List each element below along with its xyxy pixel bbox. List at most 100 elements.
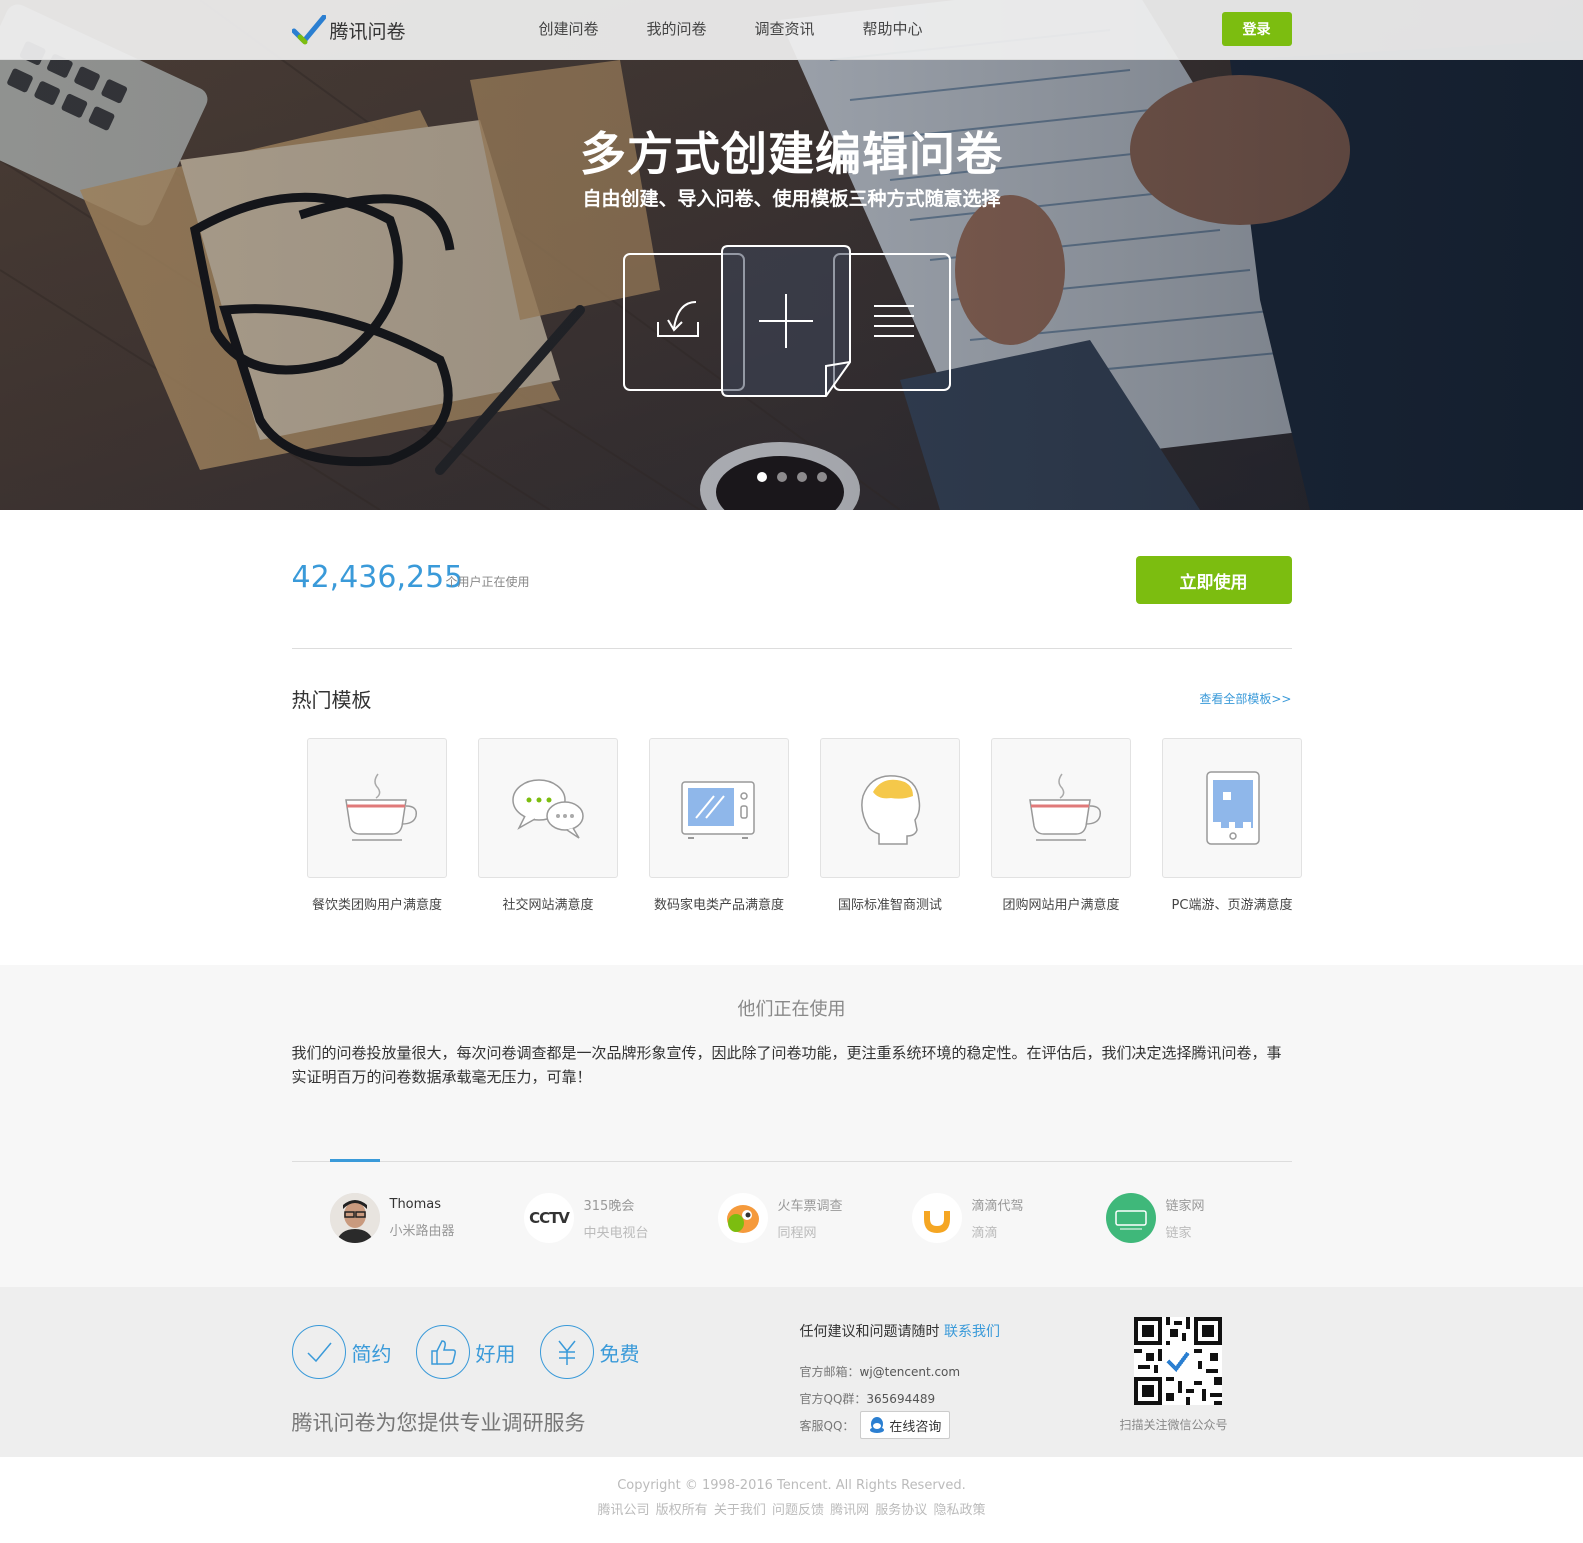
- footer-link-terms[interactable]: 服务协议: [875, 1503, 927, 1518]
- feature-item: 免费: [539, 1325, 640, 1379]
- template-card[interactable]: 国际标准智商测试: [805, 738, 976, 913]
- email-label: 官方邮箱：: [799, 1365, 860, 1379]
- tablet-game-icon: [1206, 771, 1260, 845]
- ly-logo-icon: [717, 1193, 768, 1243]
- feature-item: 简约: [291, 1325, 392, 1379]
- microwave-icon: [681, 781, 755, 839]
- footer-links: 腾讯公司 版权所有 关于我们 问题反馈 腾讯网 服务协议 隐私政策: [0, 1499, 1583, 1518]
- template-card[interactable]: 数码家电类产品满意度: [634, 738, 805, 913]
- testimonial-quote: 我们的问卷投放量很大，每次问卷调查都是一次品牌形象宣传，因此除了问卷功能，更注重…: [291, 1044, 1282, 1086]
- check-icon: [306, 1342, 332, 1363]
- customer-item[interactable]: 滴滴代驾 滴滴: [911, 1193, 1106, 1243]
- customer-org: 滴滴: [971, 1226, 998, 1241]
- create-methods-illustration: [623, 245, 951, 397]
- template-label: 团购网站用户满意度: [1002, 898, 1120, 913]
- online-consult-button[interactable]: 在线咨询: [860, 1411, 951, 1439]
- feature-label: 好用: [475, 1341, 516, 1366]
- avatar: [329, 1193, 380, 1243]
- online-consult-label: 在线咨询: [889, 1419, 942, 1435]
- main-nav: 创建问卷 我的问卷 调查资讯 帮助中心: [539, 18, 971, 39]
- feature-item: 好用: [415, 1325, 516, 1379]
- testimonials-section: 他们正在使用 我们的问卷投放量很大，每次问卷调查都是一次品牌形象宣传，因此除了问…: [0, 965, 1583, 1287]
- logo-text: 腾讯问卷: [329, 20, 406, 43]
- qq-group-row: 官方QQ群： 365694489: [800, 1390, 1000, 1407]
- footer-link-privacy[interactable]: 隐私政策: [933, 1503, 985, 1518]
- customer-name: 315晚会: [583, 1199, 635, 1214]
- user-count-label: 个用户正在使用: [445, 575, 530, 589]
- hero-title: 多方式创建编辑问卷: [580, 127, 1003, 181]
- qq-penguin-icon: [870, 1417, 885, 1433]
- didi-logo-icon: [911, 1193, 962, 1243]
- footer-link-about[interactable]: 关于我们: [714, 1503, 766, 1518]
- service-label: 客服QQ：: [799, 1418, 855, 1433]
- qq-group-label: 官方QQ群：: [799, 1392, 867, 1406]
- user-count: 42,436,255: [291, 560, 464, 595]
- section-title: 他们正在使用: [737, 999, 846, 1020]
- customer-org: 同程网: [777, 1226, 817, 1241]
- feature-label: 免费: [599, 1341, 640, 1366]
- thumbs-up-icon: [430, 1340, 456, 1365]
- footer-slogan: 腾讯问卷为您提供专业调研服务: [291, 1411, 586, 1435]
- customer-item[interactable]: Thomas 小米路由器: [329, 1193, 524, 1243]
- email-row: 官方邮箱： wj@tencent.com: [800, 1363, 1000, 1380]
- coffee-cup-icon: [345, 773, 418, 841]
- nav-my-surveys[interactable]: 我的问卷: [647, 18, 707, 39]
- nav-help-center[interactable]: 帮助中心: [863, 18, 923, 39]
- qq-group-value: 365694489: [866, 1391, 936, 1406]
- hero-subtitle: 自由创建、导入问卷、使用模板三种方式随意选择: [582, 188, 1001, 210]
- customer-item[interactable]: CCTV 315晚会 中央电视台: [523, 1193, 718, 1243]
- customer-name: 火车票调查: [777, 1199, 843, 1214]
- login-button[interactable]: 登录: [1221, 12, 1292, 46]
- template-card[interactable]: 团购网站用户满意度: [976, 738, 1147, 913]
- top-navbar: 腾讯问卷 创建问卷 我的问卷 调查资讯 帮助中心 登录: [0, 0, 1583, 60]
- carousel-dot[interactable]: [817, 472, 827, 482]
- stats-section: 42,436,255 个用户正在使用 立即使用: [0, 510, 1583, 650]
- footer-link-tencent[interactable]: 腾讯公司: [598, 1503, 650, 1518]
- customer-org: 链家: [1165, 1226, 1192, 1241]
- contact-heading: 任何建议和问题请随时 联系我们: [800, 1321, 1000, 1341]
- service-row: 客服QQ： 在线咨询: [800, 1411, 1000, 1439]
- template-label: PC端游、页游满意度: [1171, 898, 1293, 913]
- template-label: 数码家电类产品满意度: [653, 898, 784, 913]
- customer-name: Thomas: [389, 1197, 442, 1212]
- template-card[interactable]: 社交网站满意度: [463, 738, 634, 913]
- divider: [291, 1161, 1292, 1162]
- logo[interactable]: 腾讯问卷: [291, 13, 406, 47]
- footer-link-qq-com[interactable]: 腾讯网: [830, 1503, 869, 1518]
- active-tab-indicator: [329, 1159, 380, 1162]
- head-brain-icon: [861, 775, 921, 845]
- import-icon: [657, 301, 699, 337]
- template-label: 社交网站满意度: [502, 898, 594, 913]
- template-card[interactable]: PC端游、页游满意度: [1147, 738, 1318, 913]
- view-all-templates-link[interactable]: 查看全部模板>>: [1199, 690, 1291, 707]
- template-label: 国际标准智商测试: [837, 898, 942, 913]
- template-card[interactable]: 餐饮类团购用户满意度: [292, 738, 463, 913]
- customer-item[interactable]: 火车票调查 同程网: [717, 1193, 912, 1243]
- footer-link-feedback[interactable]: 问题反馈: [772, 1503, 824, 1518]
- contact-heading-text: 任何建议和问题请随时: [799, 1324, 940, 1340]
- lianjia-logo-icon: [1105, 1193, 1156, 1243]
- coffee-cup-icon: [1029, 773, 1102, 841]
- wechat-qr-code: [1133, 1317, 1222, 1405]
- carousel-dot[interactable]: [757, 472, 767, 482]
- qr-label: 扫描关注微信公众号: [1119, 1418, 1228, 1432]
- start-now-button[interactable]: 立即使用: [1135, 556, 1292, 604]
- footer-link-copyright[interactable]: 版权所有: [656, 1503, 708, 1518]
- yuan-icon: [557, 1340, 576, 1365]
- email-value[interactable]: wj@tencent.com: [860, 1365, 961, 1379]
- customer-item[interactable]: 链家网 链家: [1105, 1193, 1300, 1243]
- feature-list: 简约 好用 免费: [291, 1325, 664, 1379]
- section-title: 热门模板: [291, 688, 372, 712]
- hero-banner: 多方式创建编辑问卷 自由创建、导入问卷、使用模板三种方式随意选择: [0, 0, 1583, 510]
- contact-block: 任何建议和问题请随时 联系我们 官方邮箱： wj@tencent.com 官方Q…: [800, 1321, 1000, 1439]
- hot-templates-section: 热门模板 查看全部模板>> 餐饮类团购用户满意度 社交网站满意度 数码家电类产品…: [0, 650, 1583, 955]
- svg-text:CCTV: CCTV: [529, 1209, 570, 1227]
- nav-survey-news[interactable]: 调查资讯: [755, 18, 815, 39]
- carousel-dot[interactable]: [777, 472, 787, 482]
- cctv-logo-icon: CCTV: [523, 1193, 574, 1243]
- list-icon: [874, 305, 914, 337]
- nav-create-survey[interactable]: 创建问卷: [539, 18, 599, 39]
- carousel-dot[interactable]: [797, 472, 807, 482]
- contact-us-link[interactable]: 联系我们: [944, 1324, 1000, 1340]
- customer-name: 滴滴代驾: [971, 1199, 1024, 1214]
